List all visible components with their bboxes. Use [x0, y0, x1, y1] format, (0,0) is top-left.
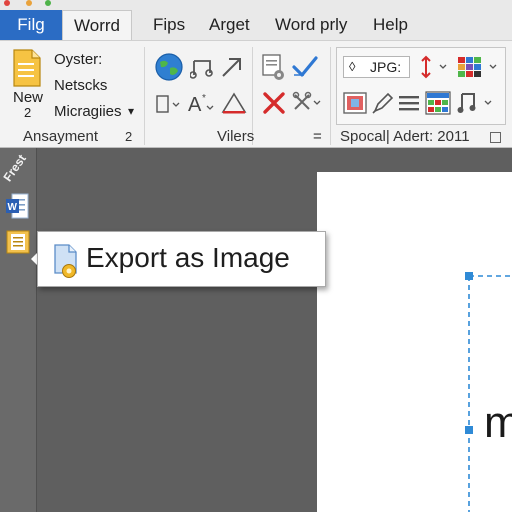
pen-icon[interactable] — [371, 91, 395, 115]
resize-handle-left[interactable] — [465, 426, 473, 434]
export-tooltip: Export as Image — [37, 231, 326, 287]
window-maximize-dot[interactable] — [45, 0, 51, 6]
music-note-icon[interactable] — [190, 57, 214, 79]
netscks-item[interactable]: Netscks — [54, 77, 107, 94]
left-rail: Frest W — [0, 148, 37, 512]
format-select-value: JPG: — [370, 59, 402, 75]
tab-help[interactable]: Help — [362, 10, 419, 40]
word-doc-icon[interactable]: W — [4, 192, 30, 220]
tab-file[interactable]: Filg — [0, 10, 62, 40]
group-label-vilers: Vilers — [217, 128, 255, 145]
rail-vertical-label: Frest — [0, 151, 29, 185]
table-icon[interactable] — [425, 91, 451, 115]
group-divider — [144, 47, 145, 145]
micragiies-dropdown[interactable]: Micragiies — [54, 103, 122, 120]
globe-icon[interactable] — [155, 53, 183, 81]
group-divider — [330, 47, 331, 145]
svg-text:W: W — [8, 202, 18, 213]
new-document-icon[interactable] — [12, 49, 42, 87]
sort-arrows-icon[interactable] — [418, 54, 450, 80]
text-style-icon[interactable]: A * — [187, 91, 215, 115]
svg-text:*: * — [202, 93, 206, 104]
selection-frame[interactable] — [317, 172, 512, 512]
format-select-prefix: ◊ — [349, 59, 356, 74]
picture-icon[interactable] — [342, 91, 368, 115]
scissors-icon[interactable] — [292, 91, 322, 115]
color-grid-icon[interactable] — [457, 56, 501, 78]
lines-icon[interactable] — [398, 93, 420, 113]
group-launcher-number[interactable]: 2 — [125, 129, 132, 144]
shape-icon[interactable] — [155, 93, 181, 115]
notebook-icon[interactable] — [5, 229, 31, 255]
tab-word[interactable]: Worrd — [62, 10, 132, 41]
tooltip-text: Export as Image — [86, 242, 290, 273]
new-button[interactable]: New — [13, 89, 43, 106]
group-label-spocal: Spocal| Adert: 2011 — [340, 128, 470, 145]
arrow-up-right-icon[interactable] — [220, 55, 244, 79]
checkmark-icon[interactable] — [291, 53, 319, 81]
dialog-launcher-icon[interactable] — [490, 132, 501, 143]
export-image-icon — [54, 244, 77, 278]
group-label-ansayment: Ansayment — [23, 128, 99, 145]
ribbon: New 2 Oyster: Netscks Micragiies ▾ Ansay… — [0, 40, 512, 148]
document-page[interactable]: m — [317, 172, 512, 512]
menu-bar: Filg Worrd Fips Arget Word prly Help — [0, 0, 512, 41]
new-button-sub: 2 — [24, 105, 32, 120]
window-minimize-dot[interactable] — [26, 0, 32, 6]
document-text: m — [484, 398, 512, 447]
tab-word-prly[interactable]: Word prly — [264, 10, 358, 40]
tab-fips[interactable]: Fips — [142, 10, 196, 40]
music-icon[interactable] — [456, 90, 498, 116]
svg-text:A: A — [188, 94, 202, 115]
triangle-icon[interactable] — [221, 91, 247, 115]
tab-arget[interactable]: Arget — [198, 10, 261, 40]
window-close-dot[interactable] — [4, 0, 10, 6]
resize-handle-top-left[interactable] — [465, 272, 473, 280]
group-separator-mark: = — [313, 128, 322, 145]
chevron-down-icon[interactable]: ▾ — [128, 104, 134, 118]
oyster-item[interactable]: Oyster: — [54, 51, 102, 68]
page-setup-icon[interactable] — [261, 53, 285, 81]
red-x-icon[interactable] — [262, 91, 286, 115]
